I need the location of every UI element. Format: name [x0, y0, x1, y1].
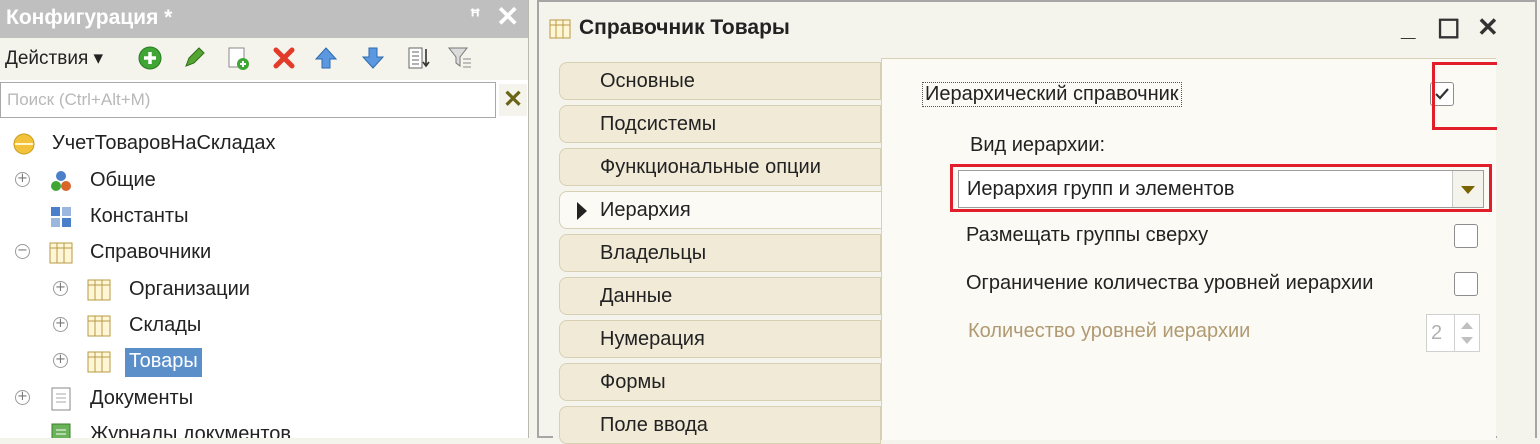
levels-count-value: 2 [1431, 322, 1443, 344]
move-up-icon[interactable] [313, 45, 339, 71]
limit-levels-label: Ограничение количества уровней иерархии [966, 272, 1374, 294]
collapse-icon[interactable]: − [15, 244, 30, 259]
pin-icon[interactable]: ꟸ [470, 6, 480, 27]
config-root-icon [13, 133, 35, 155]
delete-icon[interactable] [271, 45, 297, 71]
tab-data[interactable]: Данные [559, 277, 881, 315]
documents-icon [51, 387, 71, 411]
catalogs-icon [49, 242, 73, 264]
move-down-icon[interactable] [360, 45, 386, 71]
tree-item-documents[interactable]: + Документы [0, 381, 528, 417]
tree-item-constants[interactable]: Константы [0, 199, 528, 235]
levels-count-label: Количество уровней иерархии [968, 320, 1251, 342]
tree-item-label: Общие [90, 169, 156, 191]
minimize-icon[interactable]: _ [1401, 12, 1415, 43]
expand-icon[interactable]: + [53, 317, 68, 332]
tab-subsystems[interactable]: Подсистемы [559, 105, 881, 143]
tab-input-field[interactable]: Поле ввода [559, 406, 881, 444]
highlight-checkbox-frame [1432, 62, 1502, 130]
limit-levels-checkbox[interactable] [1454, 272, 1478, 296]
tree-item-label: Документы [90, 387, 194, 409]
tab-hierarchy[interactable]: Иерархия [559, 191, 882, 229]
highlight-select-frame [950, 164, 1492, 212]
groups-on-top-checkbox[interactable] [1454, 224, 1478, 248]
stepper-buttons[interactable] [1454, 315, 1479, 351]
tab-forms[interactable]: Формы [559, 363, 881, 401]
hierarchy-pane: Иерархический справочник Вид иерархии: И… [881, 58, 1502, 440]
expand-icon[interactable]: + [53, 353, 68, 368]
configuration-title-bar: Конфигурация * ꟸ ✕ [0, 0, 528, 38]
tab-list: Основные Подсистемы Функциональные опции… [553, 58, 882, 444]
search-placeholder: Поиск (Ctrl+Alt+M) [7, 90, 151, 109]
tree-item-warehouses[interactable]: + Склады [0, 308, 528, 344]
tree-item-label: Журналы документов [90, 423, 292, 438]
catalog-icon [87, 315, 111, 337]
close-icon[interactable]: ✕ [496, 2, 519, 32]
tree-item-common[interactable]: + Общие [0, 163, 528, 199]
tree-item-label: Организации [129, 278, 250, 300]
active-tab-arrow-icon [577, 202, 587, 220]
tree-item-journals[interactable]: Журналы документов [0, 417, 528, 438]
tree-item-root[interactable]: УчетТоваровНаСкладах [0, 126, 528, 162]
levels-count-stepper[interactable]: 2 [1426, 314, 1480, 352]
stepper-up-icon[interactable] [1461, 322, 1473, 329]
tree-item-label: Константы [90, 205, 189, 227]
window-title: Справочник Товары [579, 16, 790, 39]
tree-item-label-selected: Товары [125, 348, 202, 377]
expand-icon[interactable]: + [15, 172, 30, 187]
tab-owners[interactable]: Владельцы [559, 234, 881, 272]
catalog-icon [87, 351, 111, 373]
actions-menu[interactable]: Действия ▾ [5, 47, 103, 70]
add-icon[interactable] [137, 45, 163, 71]
configuration-panel: Конфигурация * ꟸ ✕ Действия ▾ Поиск (Ctr… [0, 0, 529, 438]
catalog-icon [87, 279, 111, 301]
tab-basic[interactable]: Основные [559, 62, 881, 100]
common-icon [51, 171, 71, 191]
filter-icon[interactable] [447, 45, 473, 71]
catalog-icon [549, 19, 571, 39]
search-input[interactable]: Поиск (Ctrl+Alt+M) [0, 82, 496, 118]
tree-item-label: Справочники [90, 241, 212, 263]
expand-icon[interactable]: + [15, 390, 30, 405]
journals-icon [51, 423, 71, 438]
expand-icon[interactable]: + [53, 281, 68, 296]
copy-icon[interactable] [225, 45, 251, 71]
tree-item-organizations[interactable]: + Организации [0, 272, 528, 308]
sort-icon[interactable] [405, 45, 431, 71]
hierarchical-catalog-label: Иерархический справочник [922, 82, 1182, 107]
maximize-icon[interactable]: ☐ [1437, 14, 1460, 45]
edit-icon[interactable] [181, 45, 207, 71]
tree-item-goods[interactable]: + Товары [0, 344, 528, 380]
tab-numbering[interactable]: Нумерация [559, 320, 881, 358]
window-title-bar: Справочник Товары _ ☐ ✕ [539, 2, 1535, 54]
actions-label: Действия [5, 48, 89, 69]
close-window-icon[interactable]: ✕ [1477, 12, 1499, 43]
configuration-title: Конфигурация * [6, 6, 173, 29]
window-right-margin [1497, 58, 1535, 440]
pane-divider [882, 58, 1496, 59]
clear-search-icon[interactable]: ✕ [499, 84, 527, 116]
tree-item-label: Склады [129, 314, 202, 336]
catalog-window: Справочник Товары _ ☐ ✕ Основные Подсист… [537, 0, 1537, 444]
hierarchy-kind-label: Вид иерархии: [970, 134, 1106, 156]
tree-item-catalogs[interactable]: − Справочники [0, 235, 528, 271]
groups-on-top-label: Размещать группы сверху [966, 224, 1209, 246]
configuration-toolbar: Действия ▾ [0, 38, 528, 80]
tree-item-label: УчетТоваровНаСкладах [52, 132, 276, 154]
tab-functional-options[interactable]: Функциональные опции [559, 148, 881, 186]
constants-icon [51, 207, 71, 227]
stepper-down-icon[interactable] [1461, 337, 1473, 344]
